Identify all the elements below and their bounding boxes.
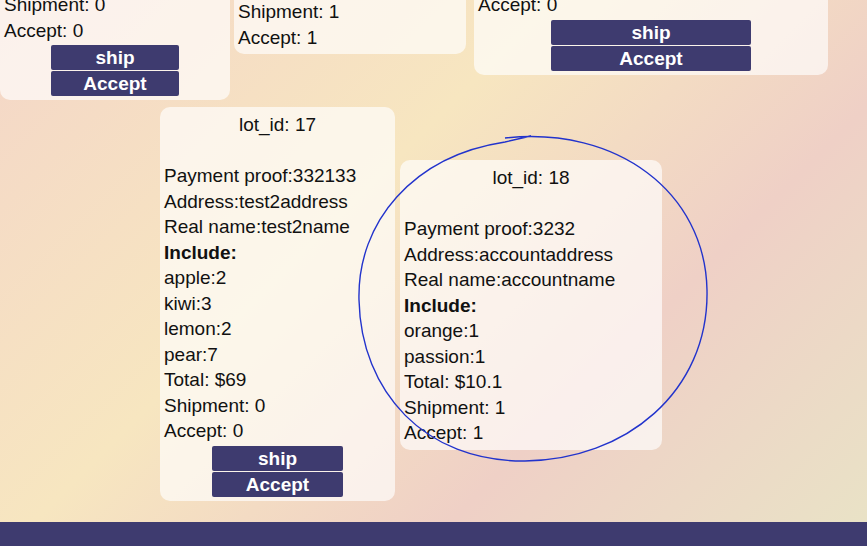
card-wrapper: Accept: 0shipAccept <box>474 0 828 75</box>
card-row: lot_id: 17 Payment proof:332133Address:te… <box>160 107 867 501</box>
order-line: Shipment: 0 <box>164 393 391 419</box>
action-button[interactable]: Accept <box>212 472 344 497</box>
footer-bar <box>0 522 867 546</box>
order-line: Accept: 0 <box>478 0 824 18</box>
order-card: lot_id: 18 Payment proof:3232Address:acco… <box>400 160 662 450</box>
order-line: Real name:accountname <box>404 267 658 293</box>
order-line: lemon:2 <box>164 316 391 342</box>
page: Shipment: 0Accept: 0shipAcceptShipment: … <box>0 0 867 546</box>
action-button[interactable]: ship <box>551 20 752 45</box>
order-card: lot_id: 17 Payment proof:332133Address:te… <box>160 107 395 501</box>
order-line: Shipment: 1 <box>238 0 462 25</box>
fruit-background: Shipment: 0Accept: 0shipAcceptShipment: … <box>0 0 867 522</box>
order-line: Address:accountaddress <box>404 242 658 268</box>
button-group: shipAccept <box>164 444 391 497</box>
order-line: Address:test2address <box>164 189 391 215</box>
order-line: Total: $69 <box>164 367 391 393</box>
card-wrapper: lot_id: 18 Payment proof:3232Address:acco… <box>400 160 662 450</box>
order-line: kiwi:3 <box>164 291 391 317</box>
order-line: Real name:test2name <box>164 214 391 240</box>
order-line: Total: $10.1 <box>404 369 658 395</box>
circle-annotation-icon <box>355 130 710 463</box>
card-wrapper: Shipment: 1Accept: 1 <box>234 0 466 54</box>
action-button[interactable]: ship <box>51 45 180 70</box>
order-line: Shipment: 0 <box>4 0 226 18</box>
order-line: pear:7 <box>164 342 391 368</box>
action-button[interactable]: Accept <box>51 71 180 96</box>
order-line: Accept: 1 <box>238 25 462 51</box>
order-line: Include: <box>404 293 658 319</box>
order-line: passion:1 <box>404 344 658 370</box>
lot-id: lot_id: 18 <box>404 165 658 191</box>
order-line: apple:2 <box>164 265 391 291</box>
card-wrapper: Shipment: 0Accept: 0shipAccept <box>0 0 230 100</box>
lot-id: lot_id: 17 <box>164 112 391 138</box>
action-button[interactable]: Accept <box>551 46 752 71</box>
action-button[interactable]: ship <box>212 446 344 471</box>
order-line: Accept: 1 <box>404 420 658 446</box>
button-group: shipAccept <box>4 43 226 96</box>
order-line: Shipment: 1 <box>404 395 658 421</box>
order-line: Accept: 0 <box>4 18 226 44</box>
order-card: Shipment: 1Accept: 1 <box>234 0 466 54</box>
order-line: Include: <box>164 240 391 266</box>
card-wrapper: lot_id: 17 Payment proof:332133Address:te… <box>160 107 395 501</box>
order-card: Accept: 0shipAccept <box>474 0 828 75</box>
order-line: Payment proof:3232 <box>404 216 658 242</box>
order-card: Shipment: 0Accept: 0shipAccept <box>0 0 230 100</box>
order-line: Payment proof:332133 <box>164 163 391 189</box>
card-row: Shipment: 0Accept: 0shipAcceptShipment: … <box>0 0 867 100</box>
order-line: Accept: 0 <box>164 418 391 444</box>
order-line: orange:1 <box>404 318 658 344</box>
button-group: shipAccept <box>478 18 824 71</box>
